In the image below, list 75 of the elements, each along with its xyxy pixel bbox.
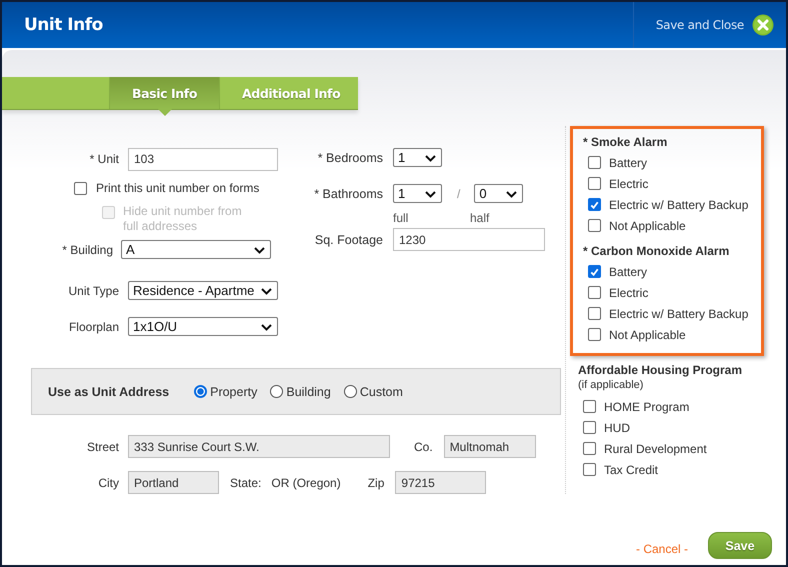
- field-label: Unit Type: [68, 284, 119, 298]
- field-label: Sq. Footage: [314, 232, 383, 246]
- checkbox[interactable]: [588, 265, 601, 278]
- field-label: Zip: [368, 476, 384, 490]
- caret-icon: [254, 246, 265, 254]
- radio-label: Building: [286, 384, 331, 398]
- checkbox-label: HUD: [604, 420, 630, 434]
- sq-footage-field[interactable]: 1230: [393, 228, 545, 251]
- caret-icon: [261, 322, 272, 330]
- field-label: * Unit: [88, 152, 119, 166]
- checkbox-label: Rural Development: [604, 442, 707, 456]
- save-and-close-button[interactable]: Save and Close: [632, 2, 786, 48]
- checkbox-label: Battery: [609, 156, 648, 170]
- caption: half: [470, 211, 490, 225]
- caret-icon: [425, 154, 436, 162]
- radio-button[interactable]: [344, 385, 357, 398]
- dropdown[interactable]: 1x1O/U: [128, 317, 278, 336]
- radio-button[interactable]: [270, 385, 284, 398]
- field-label: State:: [230, 476, 262, 490]
- dropdown[interactable]: 1: [393, 148, 442, 167]
- checkbox[interactable]: [583, 421, 596, 434]
- checkbox[interactable]: [74, 182, 87, 194]
- state-value: OR (Oregon): [271, 476, 341, 490]
- checkbox[interactable]: [588, 286, 601, 299]
- checkbox-label: Electric: [609, 176, 648, 190]
- field-label: Floorplan: [68, 320, 119, 334]
- field-label: City: [97, 476, 119, 490]
- checkbox[interactable]: [588, 328, 601, 341]
- unit-field[interactable]: 103: [128, 148, 278, 170]
- field-label: Street: [86, 440, 119, 454]
- checkbox-label: Print this unit number on forms: [96, 181, 260, 195]
- checkbox-label: Electric: [609, 286, 648, 300]
- note-text: (if applicable): [578, 379, 644, 391]
- checkbox[interactable]: [588, 177, 601, 190]
- caret-icon: [425, 190, 436, 198]
- street-field[interactable]: 333 Sunrise Court S.W.: [128, 435, 390, 458]
- window-title: Unit Info: [24, 15, 103, 35]
- dropdown[interactable]: 0: [474, 184, 524, 203]
- section-label: Use as Unit Address: [48, 384, 170, 398]
- checkbox-label: Electric w/ Battery Backup: [609, 306, 748, 320]
- checkbox[interactable]: [583, 400, 596, 413]
- radio-label: Custom: [360, 384, 403, 398]
- checkbox-label: Not Applicable: [609, 328, 686, 342]
- radio-label: Property: [210, 384, 258, 398]
- checkbox-label: Battery: [609, 264, 648, 278]
- group-title: * Carbon Monoxide Alarm: [583, 244, 730, 258]
- checkbox-label: Not Applicable: [609, 218, 686, 232]
- checkbox[interactable]: [588, 219, 601, 232]
- zip-field[interactable]: 97215: [395, 471, 486, 494]
- checkbox[interactable]: [588, 307, 601, 320]
- checkbox[interactable]: [583, 463, 596, 476]
- checkbox-label: Electric w/ Battery Backup: [609, 198, 748, 212]
- city-field[interactable]: Portland: [128, 471, 219, 494]
- county-field[interactable]: Multnomah: [444, 435, 536, 458]
- checkbox[interactable]: [588, 156, 601, 169]
- group-title: Affordable Housing Program: [578, 363, 744, 377]
- dropdown[interactable]: Residence - Apartme: [128, 281, 278, 300]
- caret-icon: [506, 190, 518, 198]
- caret-icon: [261, 286, 272, 294]
- checkbox-label: HOME Program: [604, 400, 690, 414]
- close-icon: [752, 14, 774, 36]
- checkbox-label: Hide unit number from full addresses: [123, 204, 243, 234]
- checkbox-label: Tax Credit: [604, 462, 658, 476]
- field-label: * Building: [61, 242, 113, 256]
- checkbox[interactable]: [583, 442, 596, 455]
- field-label: * Bedrooms: [316, 150, 383, 164]
- radio-button[interactable]: [194, 385, 208, 398]
- group-title: * Smoke Alarm: [583, 135, 668, 149]
- dropdown[interactable]: 1: [393, 184, 442, 203]
- caption: full: [393, 211, 410, 225]
- field-label: Co.: [414, 440, 433, 454]
- separator-text: /: [457, 186, 460, 200]
- field-label: * Bathrooms: [313, 186, 383, 200]
- dropdown[interactable]: A: [121, 240, 271, 259]
- checkbox[interactable]: [588, 198, 601, 211]
